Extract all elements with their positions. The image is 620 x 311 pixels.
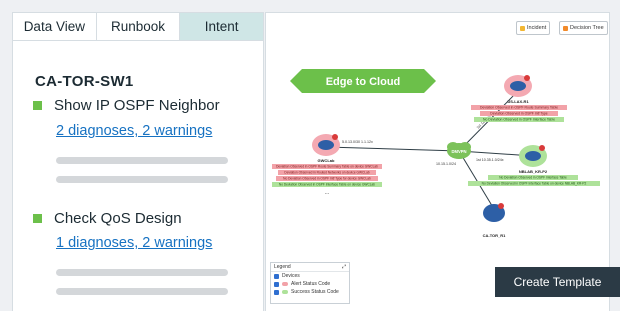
bullet-icon [33,101,42,110]
panel-tabs: Data View Runbook Intent [13,13,264,41]
legend-row[interactable]: Success Status Code [271,288,349,296]
annotation-text: Deviation Observed in OSPF Route Summary… [480,106,558,110]
legend-title: Legend [274,264,291,270]
device-label: GWCLab [318,158,335,163]
router-gwclab[interactable] [312,134,340,156]
edge-to-cloud-banner: Edge to Cloud [290,69,436,93]
annotation-text: No Deviation Observed in OSPF Intf Type … [283,177,371,181]
intent-panel: Data View Runbook Intent CA-TOR-SW1 Show… [12,12,264,311]
device-label: NBLAB_KR-P2 [519,169,548,174]
alert-swatch-icon [282,282,288,286]
intent-item-ospf: Show IP OSPF Neighbor [33,97,220,114]
hub-label: DMVPN [451,149,466,154]
annotation-text: No Deviation Observed in OSPF Interface … [279,183,375,187]
link-left-hub [325,146,460,152]
legend-label: Success Status Code [291,289,339,295]
tab-data-view[interactable]: Data View [13,13,97,40]
diagnoses-link[interactable]: 1 diagnoses, 2 warnings [56,235,212,251]
router-us-lax[interactable] [504,75,532,97]
intent-item-title: Check QoS Design [54,210,182,227]
success-swatch-icon [282,290,288,294]
link-label: 1st 10.35.1.0/24x [476,158,504,162]
legend-panel: Legend ⤢ Devices Alert Status Code Succe… [270,262,350,304]
tab-runbook[interactable]: Runbook [97,13,181,40]
app-stage: Data View Runbook Intent CA-TOR-SW1 Show… [0,0,620,311]
link-label: 5.0.13.0/30 1.1.12x [342,140,373,144]
link-label: 10.15.1.0/24 [436,162,456,166]
more-ellipsis: ... [324,190,329,196]
annotation-text: Deviation Observed in OSPF Intf Type [490,112,548,116]
legend-label: Alert Status Code [291,281,331,287]
annotation-text: No Deviation Observed in OSPF Interface … [499,176,567,180]
annotation-text: Deviation Observed in OSPF Route Summary… [276,165,378,169]
device-title: CA-TOR-SW1 [35,73,134,90]
checkbox-icon[interactable] [274,273,279,279]
banner-label: Edge to Cloud [326,76,401,88]
create-template-button[interactable]: Create Template [495,267,620,297]
placeholder-bar [56,269,228,276]
expand-icon[interactable]: ⤢ [342,264,346,270]
tab-intent[interactable]: Intent [180,13,264,40]
placeholder-bar [56,157,228,164]
diagnoses-link[interactable]: 2 diagnoses, 2 warnings [56,123,212,139]
annotation-text: Deviation Observed in Routed Networks on… [284,171,369,175]
legend-header: Legend ⤢ [271,263,349,272]
device-label: US-LAX-R1 [507,99,529,104]
placeholder-bar [56,288,228,295]
device-label: CA-TOR_R1 [483,233,507,238]
legend-row[interactable]: Devices [271,272,349,280]
intent-item-qos: Check QoS Design [33,210,182,227]
router-ca-tor[interactable] [483,203,505,222]
checkbox-icon[interactable] [274,289,279,295]
bullet-icon [33,214,42,223]
router-nblab[interactable] [519,145,547,167]
annotation-text: No Deviation Observed in OSPF Interface … [483,118,555,122]
checkbox-icon[interactable] [274,281,279,287]
legend-row[interactable]: Alert Status Code [271,280,349,288]
legend-label: Devices [282,273,300,279]
intent-item-title: Show IP OSPF Neighbor [54,97,220,114]
annotation-text: No Deviation Observed in OSPF Interface … [482,182,587,186]
placeholder-bar [56,176,228,183]
